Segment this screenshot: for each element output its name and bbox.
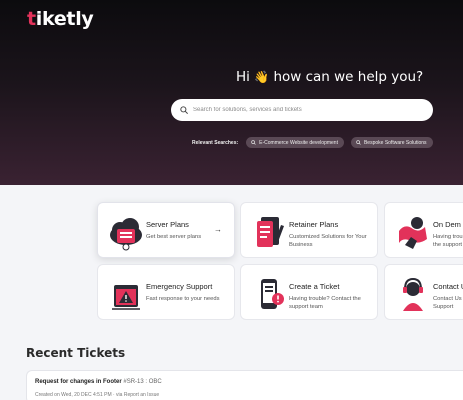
greeting-hi: Hi [236,69,250,85]
ticket-meta: Created on Wed, 20 DEC 4:51 PM · via Rep… [35,392,160,398]
relevant-searches-label: Relevant Searches: [192,139,239,146]
service-description: Contact Us Support [433,296,462,310]
search-icon [180,106,188,114]
search-icon [356,140,361,145]
search-icon [251,140,256,145]
service-title: Emergency Support [146,282,213,291]
ticket-reference: #SR-13 : OBC [123,379,162,385]
service-card-create-ticket[interactable]: Create a Ticket Having trouble? Contact … [240,264,378,320]
arrow-right-icon[interactable]: → [214,225,222,234]
service-title: Contact U [433,282,463,291]
hero-greeting: Hi 👋 how can we help you? [236,69,423,85]
hero-banner: tiketly Hi 👋 how can we help you? Releva… [0,0,463,185]
headset-agent-icon [403,277,423,311]
relevant-searches: Relevant Searches: E-Commerce Website de… [192,137,440,148]
recent-tickets-heading: Recent Tickets [26,346,126,360]
relevant-chip-bespoke[interactable]: Bespoke Software Solutions [350,137,433,148]
waving-hand-icon: 👋 [254,70,270,84]
service-description: Having trouble? Contact the support team [289,296,361,310]
document-plan-icon [257,217,284,247]
service-card-on-demand[interactable]: On Dem Having troub the support [384,202,463,258]
service-title: On Dem [433,220,461,229]
service-description: Fast response to your needs [146,296,220,302]
service-card-retainer-plans[interactable]: Retainer Plans Customized Solutions for … [240,202,378,258]
on-demand-icon [399,217,427,249]
service-card-contact-us[interactable]: Contact U Contact Us Support [384,264,463,320]
service-title: Retainer Plans [289,220,339,229]
relevant-chip-ecommerce[interactable]: E-Commerce Website development [246,137,344,148]
service-title: Create a Ticket [289,282,340,291]
service-card-server-plans[interactable]: Server Plans Get best server plans → [97,202,235,258]
tiketly-logo[interactable]: tiketly [27,8,94,30]
search-bar[interactable] [171,99,433,121]
warning-window-icon [112,285,140,310]
ticket-phone-icon [261,279,284,309]
service-description: Customized Solutions for Your Business [289,234,367,248]
search-input[interactable] [193,107,423,113]
service-description: Having troub the support [433,234,463,248]
ticket-row[interactable]: Request for changes in Footer #SR-13 : O… [26,370,463,400]
service-description: Get best server plans [146,234,202,240]
server-cloud-icon [110,218,142,251]
greeting-question: how can we help you? [273,69,424,85]
ticket-title-line: Request for changes in Footer #SR-13 : O… [35,379,162,385]
ticket-title: Request for changes in Footer [35,379,122,385]
service-card-emergency-support[interactable]: Emergency Support Fast response to your … [97,264,235,320]
service-title: Server Plans [146,220,189,229]
